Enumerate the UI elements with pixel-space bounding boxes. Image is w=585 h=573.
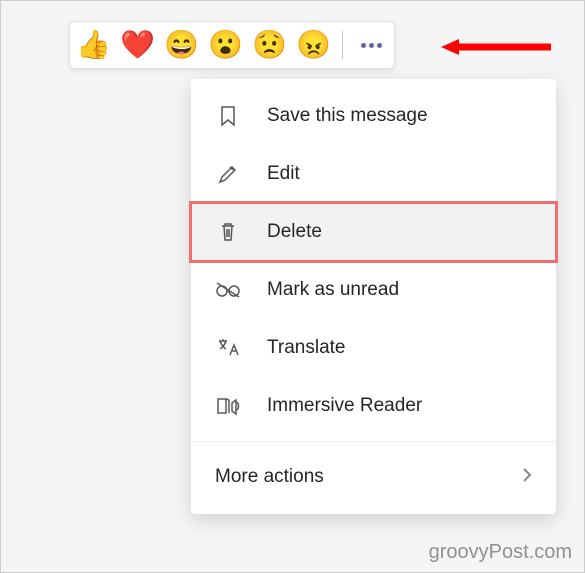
menu-item-save[interactable]: Save this message [191, 87, 556, 145]
reaction-angry[interactable]: 😠 [296, 31, 330, 59]
menu-item-label: Edit [267, 163, 300, 185]
trash-icon [215, 220, 241, 244]
reaction-heart[interactable]: ❤️ [120, 31, 154, 59]
menu-item-mark-unread[interactable]: Mark as unread [191, 261, 556, 319]
pencil-icon [215, 163, 241, 185]
reaction-sad[interactable]: 😟 [252, 31, 286, 59]
glasses-icon [215, 281, 241, 299]
reaction-thumbs-up[interactable]: 👍 [76, 31, 110, 59]
menu-item-more-actions[interactable]: More actions [191, 448, 556, 506]
divider [342, 31, 343, 59]
more-options-button[interactable] [355, 43, 388, 48]
translate-icon [215, 337, 241, 359]
reaction-surprised[interactable]: 😮 [208, 31, 242, 59]
menu-item-delete[interactable]: Delete [191, 203, 556, 261]
chevron-right-icon [522, 466, 532, 489]
immersive-reader-icon [215, 395, 241, 417]
menu-separator [191, 441, 556, 442]
menu-item-edit[interactable]: Edit [191, 145, 556, 203]
menu-item-label: Mark as unread [267, 279, 399, 301]
menu-item-label: More actions [215, 466, 324, 488]
watermark: groovyPost.com [429, 541, 572, 564]
annotation-highlight [189, 201, 558, 263]
menu-item-immersive-reader[interactable]: Immersive Reader [191, 377, 556, 435]
reaction-bar: 👍 ❤️ 😄 😮 😟 😠 [69, 21, 395, 69]
reaction-laugh[interactable]: 😄 [164, 31, 198, 59]
context-menu: Save this message Edit Delete Mark as un… [191, 79, 556, 514]
menu-item-translate[interactable]: Translate [191, 319, 556, 377]
annotation-arrow [441, 37, 551, 57]
menu-item-label: Translate [267, 337, 346, 359]
menu-item-label: Immersive Reader [267, 395, 422, 417]
bookmark-icon [215, 104, 241, 128]
menu-item-label: Save this message [267, 105, 428, 127]
menu-item-label: Delete [267, 221, 322, 243]
